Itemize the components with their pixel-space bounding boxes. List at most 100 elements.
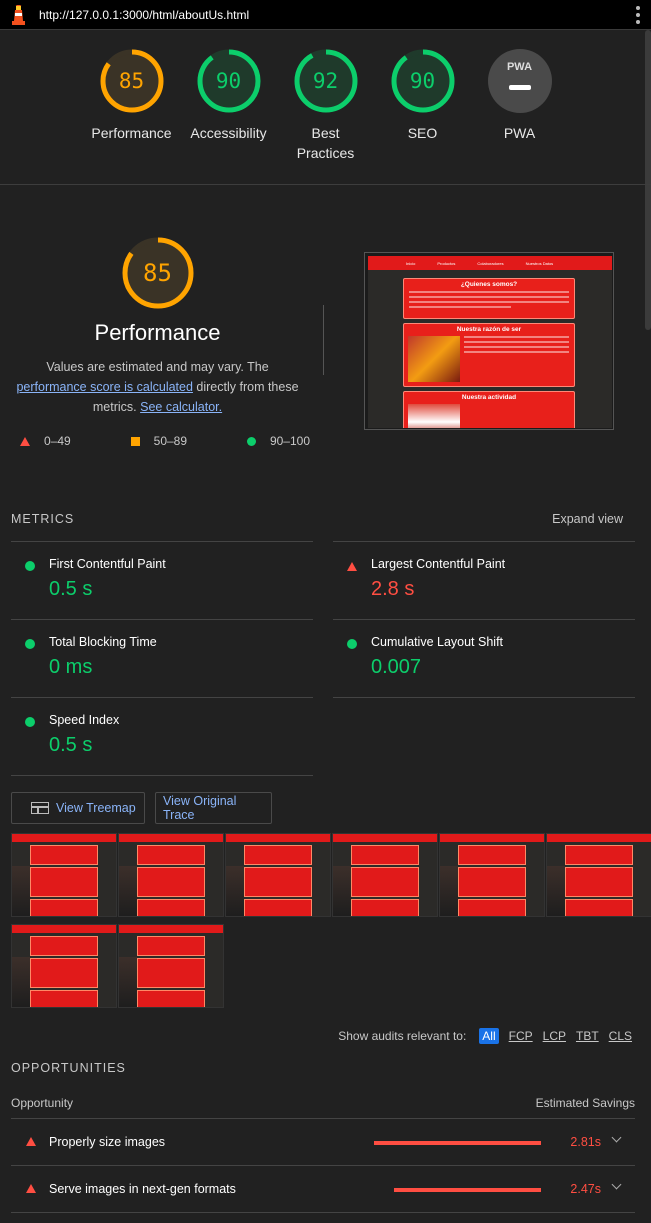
savings-column-header: Estimated Savings — [535, 1096, 635, 1110]
desc-text: Values are estimated and may vary. The — [46, 360, 269, 374]
more-menu-icon[interactable] — [635, 6, 641, 24]
metric-total-blocking-time: Total Blocking Time 0 ms — [11, 619, 313, 697]
score-calculated-link[interactable]: performance score is calculated — [16, 380, 192, 394]
gauge-accessibility[interactable]: 90 Accessibility — [180, 48, 277, 163]
gauge-pwa[interactable]: PWA PWA — [471, 48, 568, 163]
metric-name: Cumulative Layout Shift — [371, 635, 504, 649]
score-legend: 0–49 50–89 90–100 — [20, 434, 310, 448]
top-bar: http://127.0.0.1:3000/html/aboutUs.html — [0, 0, 651, 30]
metric-name: Speed Index — [49, 713, 120, 727]
filter-chip-lcp[interactable]: LCP — [543, 1029, 566, 1043]
metric-value: 2.8 s — [371, 578, 415, 600]
filmstrip-frame — [225, 833, 331, 917]
final-screenshot[interactable]: Inicio Productos Colaboradores Nuestros … — [364, 252, 614, 430]
filmstrip-frame — [439, 833, 545, 917]
category-gauges: 85 Performance 90 Accessibility 92 Best Pract… — [0, 48, 651, 163]
opportunity-row[interactable]: Properly size images 2.81s — [11, 1118, 635, 1165]
filmstrip-frame — [11, 924, 117, 1008]
opportunity-savings: 2.81s — [570, 1135, 601, 1149]
opportunities-columns: Opportunity Estimated Savings — [11, 1096, 635, 1110]
legend-fail: 0–49 — [20, 434, 71, 448]
opportunities-title: OPPORTUNITIES — [11, 1061, 126, 1075]
gauge-label: Best Practices — [296, 125, 355, 161]
pwa-badge-icon: PWA — [487, 48, 553, 114]
gauge-best-practices[interactable]: 92 Best Practices — [277, 48, 374, 163]
opportunity-row[interactable]: Serve images in next-gen formats 2.47s — [11, 1165, 635, 1212]
opportunity-title: Serve images in next-gen formats — [49, 1182, 236, 1196]
filter-chip-tbt[interactable]: TBT — [576, 1029, 599, 1043]
vertical-divider — [323, 305, 324, 375]
gauge-seo[interactable]: 90 SEO — [374, 48, 471, 163]
lighthouse-logo-icon — [12, 5, 25, 25]
screenshot-card: Nuestra razón de ser — [403, 323, 575, 387]
chevron-down-icon[interactable] — [611, 1179, 622, 1190]
screenshot-nav-item: Nuestros Datos — [525, 260, 554, 266]
metric-value: 0 ms — [49, 656, 93, 678]
performance-score: 85 — [143, 259, 172, 287]
gauge-label: Accessibility — [190, 125, 267, 141]
legend-fail-range: 0–49 — [44, 434, 71, 448]
screenshot-nav-item: Inicio — [406, 260, 416, 266]
savings-bar — [374, 1141, 541, 1145]
metric-divider — [333, 697, 635, 698]
view-original-trace-button[interactable]: View Original Trace — [155, 792, 272, 824]
metric-speed-index: Speed Index 0.5 s — [11, 697, 313, 775]
opportunity-column-header: Opportunity — [11, 1096, 74, 1110]
expand-view-toggle[interactable]: Expand view — [552, 512, 623, 526]
legend-average-range: 50–89 — [153, 434, 188, 448]
gauge-score: 90 — [409, 69, 436, 93]
performance-title: Performance — [94, 320, 221, 345]
filmstrip-frame — [11, 833, 117, 917]
view-treemap-label: View Treemap — [56, 801, 136, 815]
performance-summary: 85 Performance Values are estimated and … — [10, 236, 305, 417]
divider — [0, 184, 651, 185]
filmstrip-frame — [332, 833, 438, 917]
screenshot-nav-item: Productos — [437, 260, 456, 266]
legend-pass-range: 90–100 — [269, 434, 310, 448]
screenshot-card: Nuestra actividad — [403, 391, 575, 428]
fail-triangle-icon — [26, 1184, 36, 1193]
view-original-trace-label: View Original Trace — [163, 794, 237, 822]
gauge-label: Performance — [91, 125, 172, 141]
metric-largest-contentful-paint: Largest Contentful Paint 2.8 s — [333, 541, 635, 619]
performance-gauge[interactable]: 85 — [121, 236, 195, 310]
filter-chip-cls[interactable]: CLS — [609, 1029, 632, 1043]
screenshot-card-image — [408, 336, 460, 382]
filter-label: Show audits relevant to: — [338, 1029, 467, 1043]
pass-circle-icon — [25, 716, 35, 730]
chevron-down-icon[interactable] — [611, 1132, 622, 1143]
see-calculator-link[interactable]: See calculator. — [140, 400, 222, 414]
metric-name: Total Blocking Time — [49, 635, 157, 649]
opportunity-savings: 2.47s — [570, 1182, 601, 1196]
metric-cumulative-layout-shift: Cumulative Layout Shift 0.007 — [333, 619, 635, 697]
screenshot-card: ¿Quienes somos? — [403, 278, 575, 319]
metric-value: 0.5 s — [49, 734, 93, 756]
screenshot-card-title: Nuestra actividad — [461, 394, 517, 401]
opportunity-title: Properly size images — [49, 1135, 166, 1149]
fail-triangle-icon — [26, 1137, 36, 1146]
gauge-label: SEO — [407, 125, 438, 141]
gauge-performance[interactable]: 85 Performance — [83, 48, 180, 163]
screenshot-card-image — [408, 404, 460, 428]
fail-triangle-icon — [347, 560, 357, 574]
legend-pass: 90–100 — [246, 434, 310, 448]
filmstrip-frame — [118, 924, 224, 1008]
screenshot-card-title: ¿Quienes somos? — [460, 281, 518, 288]
screenshot-nav-item: Colaboradores — [477, 260, 504, 266]
pwa-badge-text: PWA — [506, 61, 533, 73]
performance-description: Values are estimated and may vary. The p… — [10, 357, 305, 417]
filter-chip-all[interactable]: All — [479, 1028, 499, 1044]
filter-chip-fcp[interactable]: FCP — [509, 1029, 533, 1043]
metric-value: 0.007 — [371, 656, 422, 678]
treemap-icon — [31, 802, 49, 814]
metrics-title: METRICS — [11, 512, 75, 526]
pass-circle-icon — [25, 560, 35, 574]
audit-filter: Show audits relevant to: All FCP LCP TBT… — [338, 1028, 632, 1044]
savings-bar — [394, 1188, 541, 1192]
gauge-score: 85 — [118, 69, 145, 93]
pass-circle-icon — [347, 638, 357, 652]
view-treemap-button[interactable]: View Treemap — [11, 792, 145, 824]
fail-triangle-icon — [20, 436, 30, 446]
filmstrip-frame — [118, 833, 224, 917]
metric-divider — [11, 775, 313, 776]
